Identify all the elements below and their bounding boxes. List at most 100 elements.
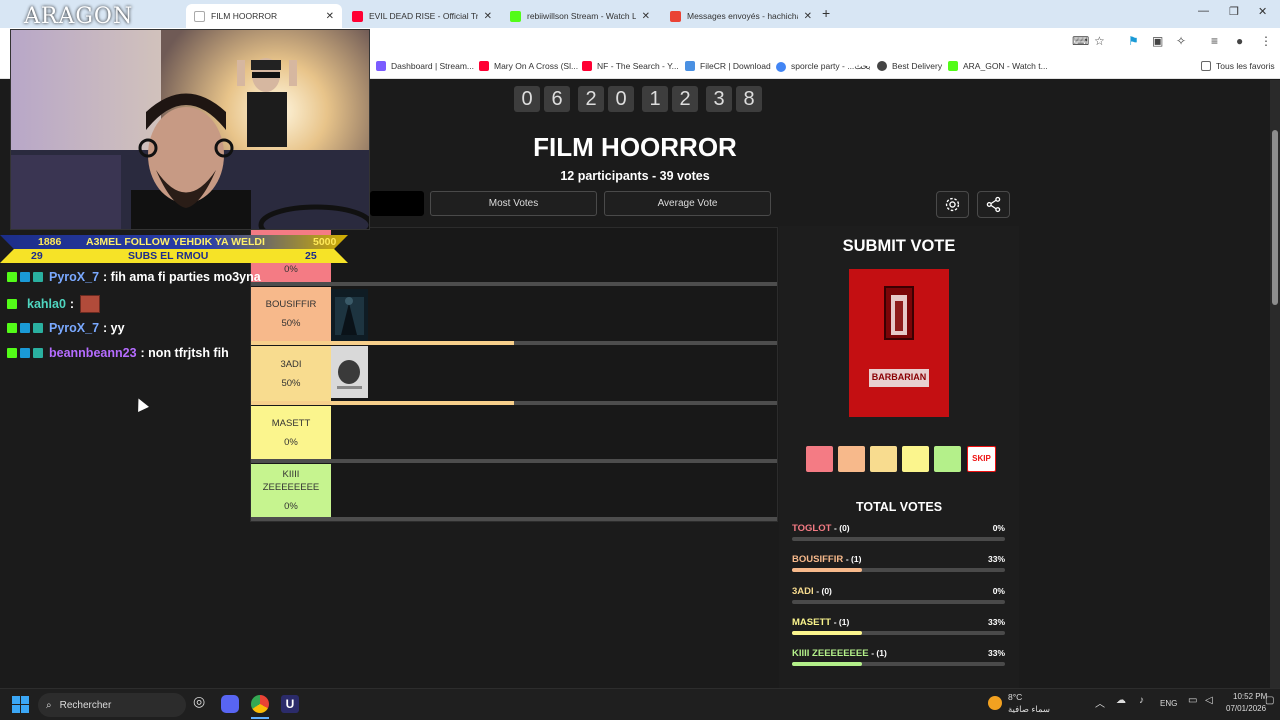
tab-title: EVIL DEAD RISE - Official Trailer (369, 11, 478, 21)
tier-percent: 50% (281, 318, 301, 329)
bookmark-label: ARA_GON - Watch t... (963, 61, 1048, 71)
kick-icon (510, 10, 521, 22)
all-bookmarks[interactable]: Tous les favoris (1201, 61, 1275, 71)
microphone-icon[interactable]: ♪ (1139, 695, 1144, 706)
average-vote-button[interactable]: Average Vote (604, 191, 771, 216)
cloud-icon[interactable]: ☁ (1116, 695, 1126, 706)
tier-label: 3ADI 50% (251, 346, 331, 401)
tab-messages[interactable]: Messages envoyés - hachichasli ✕ (662, 4, 820, 28)
bookmark-item[interactable]: sporcle party - ...بحث (776, 61, 871, 72)
vote-swatch-5[interactable] (934, 446, 961, 472)
maximize-icon[interactable]: ❐ (1229, 5, 1239, 18)
network-icon[interactable]: ▭ (1188, 695, 1197, 706)
chrome-icon[interactable] (251, 695, 269, 713)
tier-row-3adi[interactable]: 3ADI 50% (250, 346, 778, 406)
total-votes-row: TOGLOT - (0) 0% (792, 523, 1005, 543)
tab-film-hoorror[interactable]: FILM HOORROR ✕ (186, 4, 342, 28)
bookmark-item[interactable]: FileCR | Download (685, 61, 771, 71)
close-icon[interactable]: ✕ (804, 11, 812, 22)
bookmark-item[interactable]: Dashboard | Stream... (376, 61, 474, 71)
search-icon: ⌕ (46, 699, 52, 711)
scrollbar-thumb[interactable] (1272, 130, 1278, 305)
notification-icon[interactable]: ▢ (1265, 695, 1274, 706)
settings-button[interactable] (936, 191, 969, 218)
vote-swatch-2[interactable] (838, 446, 865, 472)
timer-digit: 0 (514, 86, 540, 112)
chevron-up-icon[interactable]: ︿ (1095, 695, 1105, 710)
tab-evil-dead[interactable]: EVIL DEAD RISE - Official Trailer ✕ (344, 4, 500, 28)
participants-count: 12 participants - 39 votes (560, 169, 710, 183)
close-window-icon[interactable]: ✕ (1258, 5, 1267, 18)
chat-message: kahla0 : (7, 295, 101, 313)
browser-tab-bar: FILM HOORROR ✕ EVIL DEAD RISE - Official… (0, 0, 1280, 28)
windows-start-icon[interactable] (12, 696, 29, 713)
language-indicator[interactable]: ENG (1160, 699, 1177, 708)
vote-count: - (1) (845, 554, 862, 564)
weather-desc: سماء صافية (1008, 704, 1050, 714)
subs-goal-target: 25 (305, 250, 317, 262)
discord-icon[interactable] (221, 695, 239, 713)
bookmark-item[interactable]: Mary On A Cross (Sl... (479, 61, 578, 71)
vote-swatch-4[interactable] (902, 446, 929, 472)
bookmark-item[interactable]: NF - The Search - Y... (582, 61, 679, 71)
sort-button-active[interactable] (370, 191, 424, 216)
vote-count: - (1) (833, 617, 850, 627)
submit-vote-title: SUBMIT VOTE (842, 237, 956, 255)
taskbar-search[interactable]: ⌕ Rechercher (38, 693, 186, 717)
chat-message: beannbeann23 : non tfrjtsh fih (7, 346, 229, 360)
close-icon[interactable]: ✕ (484, 11, 492, 22)
movie-thumbnail[interactable] (331, 346, 368, 398)
clock-date[interactable]: 07/01/2026 (1226, 704, 1266, 713)
vote-progress (792, 568, 1005, 572)
star-icon[interactable]: ☆ (1094, 34, 1105, 48)
tier-name: MASETT (792, 617, 832, 628)
media-icon[interactable]: ≡ (1211, 34, 1218, 48)
verified-badge-icon (20, 323, 30, 333)
streamer-logo: ARAGON (24, 4, 134, 29)
vote-progress (792, 537, 1005, 541)
widgets-icon[interactable]: ◎ (193, 693, 205, 710)
most-votes-button[interactable]: Most Votes (430, 191, 597, 216)
extension-icon[interactable]: ⚑ (1128, 34, 1139, 48)
tier-row-masett[interactable]: MASETT 0% (250, 406, 778, 464)
bookmark-label: Tous les favoris (1216, 61, 1275, 71)
chat-username[interactable]: beannbeann23 (49, 346, 137, 360)
page-scrollbar[interactable] (1270, 80, 1280, 688)
tier-row-kiiii[interactable]: KIIII ZEEEEEEEE 0% (250, 464, 778, 522)
clock-time[interactable]: 10:52 PM (1233, 692, 1267, 701)
follow-goal-current: 1886 (38, 236, 62, 248)
tier-progress (251, 401, 777, 405)
profile-icon[interactable]: ● (1236, 34, 1243, 48)
chat-username[interactable]: PyroX_7 (49, 270, 99, 284)
minimize-icon[interactable]: — (1198, 5, 1209, 17)
translate-icon[interactable]: ⌨ (1072, 34, 1089, 48)
tier-name: KIIII ZEEEEEEEE (792, 648, 869, 659)
subs-goal-current: 29 (31, 250, 43, 262)
vote-count: - (1) (871, 648, 887, 658)
menu-icon[interactable]: ⋮ (1260, 34, 1272, 48)
vote-swatch-3[interactable] (870, 446, 897, 472)
tab-rebiiwillson[interactable]: rebiiwillson Stream - Watch Live ✕ (502, 4, 658, 28)
bookmark-icon (877, 61, 887, 71)
close-icon[interactable]: ✕ (326, 11, 334, 22)
app-icon[interactable]: U (281, 695, 299, 713)
volume-icon[interactable]: ◁ (1205, 695, 1213, 706)
kick-badge-icon (7, 323, 17, 333)
skip-button[interactable]: SKIP (967, 446, 996, 472)
puzzle-icon[interactable]: ✧ (1176, 34, 1186, 48)
tier-progress-fill (251, 341, 514, 345)
vote-swatch-1[interactable] (806, 446, 833, 472)
extension-icon-2[interactable]: ▣ (1152, 34, 1163, 48)
chat-text: : fih ama fi parties mo3yna (103, 270, 261, 284)
poster-title: BARBARIAN (871, 372, 927, 382)
bookmark-item[interactable]: Best Delivery (877, 61, 942, 71)
tier-row-bousiffir[interactable]: BOUSIFFIR 50% (250, 287, 778, 345)
chat-username[interactable]: PyroX_7 (49, 321, 99, 335)
close-icon[interactable]: ✕ (642, 11, 650, 22)
new-tab-button[interactable]: + (822, 5, 830, 21)
tier-percent: 0% (284, 263, 298, 275)
share-button[interactable] (977, 191, 1010, 218)
bookmark-item[interactable]: ARA_GON - Watch t... (948, 61, 1048, 71)
movie-thumbnail[interactable] (331, 289, 368, 341)
chat-username[interactable]: kahla0 (27, 297, 66, 311)
